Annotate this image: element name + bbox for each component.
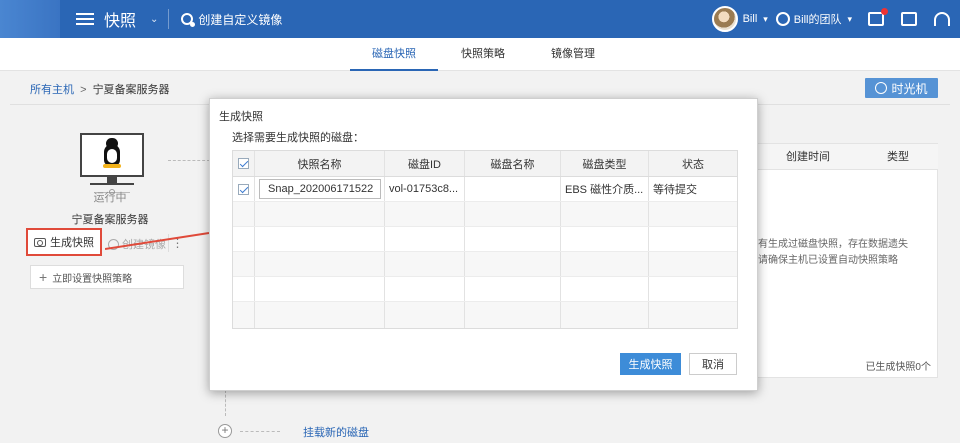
mount-new-disk-link[interactable]: 挂载新的磁盘: [303, 424, 369, 440]
checkbox-icon[interactable]: [238, 183, 249, 195]
cancel-button[interactable]: 取消: [689, 353, 737, 375]
checkbox-icon[interactable]: [238, 158, 249, 169]
table-row-empty: [233, 227, 737, 252]
product-title: 快照: [104, 13, 137, 30]
empty-state-message: 有生成过磁盘快照，存在数据遗失 请确保主机已设置自动快照策略: [758, 237, 908, 269]
status-cell: 等待提交: [653, 184, 697, 196]
create-custom-image-button[interactable]: 创建自定义镜像: [181, 11, 282, 28]
create-snapshot-dialog: 生成快照 选择需要生成快照的磁盘： 快照名称 磁盘ID 磁盘名称 磁盘类型 状态…: [209, 98, 758, 391]
host-status: 运行中: [93, 192, 127, 204]
plus-icon: +: [39, 269, 48, 285]
column-header-disk-name: 磁盘名称: [465, 151, 561, 176]
team-name[interactable]: Bill的团队: [794, 11, 842, 27]
snapshot-name-input[interactable]: Snap_202006171522: [259, 179, 381, 199]
support-headset-icon[interactable]: [934, 12, 950, 26]
column-header-disk-id: 磁盘ID: [385, 151, 465, 176]
connector-line: [168, 160, 210, 161]
time-machine-button[interactable]: 时光机: [865, 78, 938, 98]
breadcrumb-separator: >: [80, 84, 87, 96]
disk-type-cell: EBS 磁性介质...: [561, 177, 649, 201]
tab-navigation: 磁盘快照 快照策略 镜像管理: [0, 38, 960, 71]
time-machine-label: 时光机: [891, 81, 928, 96]
disk-id-cell: vol-01753c8...: [385, 177, 465, 201]
table-row[interactable]: Snap_202006171522 vol-01753c8... EBS 磁性介…: [233, 177, 737, 202]
top-navigation-bar: 快照 ⌄ 创建自定义镜像 Bill ▾ Bill的团队 ▾: [0, 0, 960, 38]
connector-line: [240, 431, 280, 432]
column-header-snapshot-name: 快照名称: [255, 151, 385, 176]
message-icon[interactable]: [868, 8, 888, 26]
column-header-disk-type: 磁盘类型: [561, 151, 649, 176]
snapshot-table: 创建时间 类型 有生成过磁盘快照，存在数据遗失 请确保主机已设置自动快照策略 已…: [757, 143, 938, 378]
set-snapshot-policy-label: 立即设置快照策略: [52, 273, 133, 285]
tab-snapshot-policy[interactable]: 快照策略: [445, 38, 521, 71]
column-header-created-time[interactable]: 创建时间: [758, 144, 858, 170]
set-snapshot-policy-button[interactable]: + 立即设置快照策略: [30, 265, 184, 289]
create-snapshot-button[interactable]: 生成快照: [26, 228, 102, 256]
dialog-title: 生成快照: [219, 111, 263, 123]
table-row-empty: [233, 202, 737, 227]
select-all-checkbox-cell[interactable]: [233, 151, 255, 176]
user-name[interactable]: Bill: [743, 13, 758, 25]
brand-logo[interactable]: [0, 0, 60, 38]
breadcrumb-all-hosts[interactable]: 所有主机: [30, 84, 74, 96]
create-snapshot-label: 生成快照: [50, 237, 94, 249]
linux-penguin-icon: [102, 138, 122, 168]
confirm-create-snapshot-button[interactable]: 生成快照: [620, 353, 681, 375]
table-header-row: 快照名称 磁盘ID 磁盘名称 磁盘类型 状态: [233, 151, 737, 177]
team-icon: [775, 12, 790, 26]
add-disk-icon[interactable]: +: [218, 424, 232, 438]
image-icon: [181, 13, 196, 27]
dialog-subtitle: 选择需要生成快照的磁盘：: [232, 132, 364, 144]
snapshot-count: 已生成快照0个: [865, 362, 931, 373]
chevron-down-icon[interactable]: ▾: [763, 14, 768, 25]
row-checkbox-cell[interactable]: [233, 177, 255, 201]
avatar[interactable]: [711, 6, 738, 32]
table-row-empty: [233, 277, 737, 302]
chevron-down-icon[interactable]: ▾: [847, 14, 852, 25]
connector-line: [225, 390, 226, 416]
snapshot-name-cell: Snap_202006171522: [255, 177, 385, 201]
table-row-empty: [233, 252, 737, 277]
disk-name-cell: [465, 177, 561, 201]
menu-icon[interactable]: [76, 13, 94, 25]
task-icon[interactable]: [901, 12, 917, 26]
column-header-type[interactable]: 类型: [858, 144, 938, 170]
tab-image-management[interactable]: 镜像管理: [535, 38, 611, 71]
monitor-base: [90, 183, 134, 185]
breadcrumb: 所有主机 > 宁夏备案服务器: [30, 81, 170, 97]
column-header-status: 状态: [682, 158, 704, 171]
camera-icon: [34, 237, 46, 247]
annotation-arrow: [105, 227, 221, 250]
chevron-down-icon[interactable]: ⌄: [150, 14, 158, 25]
disk-table: 快照名称 磁盘ID 磁盘名称 磁盘类型 状态 Snap_202006171522…: [232, 150, 738, 329]
tab-disk-snapshot[interactable]: 磁盘快照: [350, 38, 438, 71]
host-card: 运行中 宁夏备案服务器 生成快照 创建镜像 ⋮ + 立即设置快照策略: [10, 105, 221, 443]
empty-state-line1: 有生成过磁盘快照，存在数据遗失: [758, 239, 908, 250]
breadcrumb-current: 宁夏备案服务器: [92, 84, 170, 96]
clock-icon: [875, 82, 888, 94]
empty-state-line2: 请确保主机已设置自动快照策略: [758, 255, 898, 266]
table-row-empty: [233, 302, 737, 328]
create-custom-image-label: 创建自定义镜像: [198, 12, 283, 27]
divider: [168, 9, 170, 29]
